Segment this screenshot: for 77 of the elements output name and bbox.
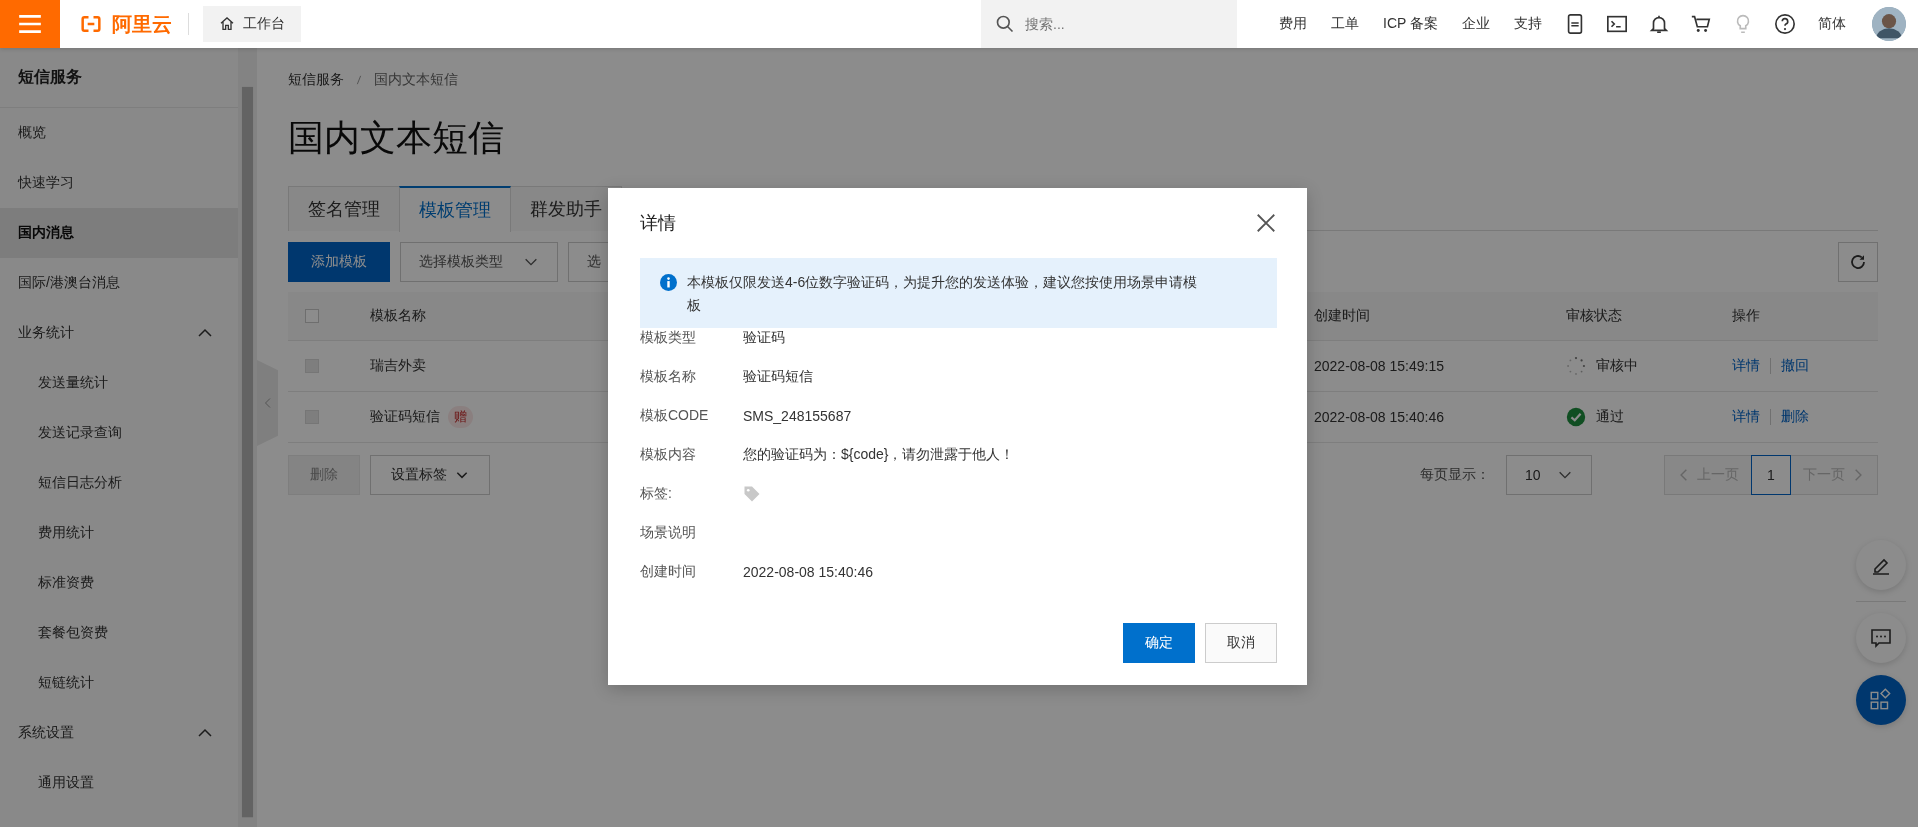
refresh-icon <box>1849 253 1867 271</box>
tab[interactable]: 模板管理 <box>399 186 511 232</box>
field-label: 标签: <box>640 484 673 503</box>
terminal-icon[interactable] <box>1606 13 1628 35</box>
sidebar-item[interactable]: 标准资费 <box>0 558 238 608</box>
gift-badge: 赠 <box>448 406 473 428</box>
confirm-button[interactable]: 确定 <box>1123 623 1195 663</box>
page-size-label: 每页显示： <box>1420 466 1490 484</box>
bell-icon[interactable] <box>1648 13 1670 35</box>
add-template-button[interactable]: 添加模板 <box>288 242 390 282</box>
table-cell: 验证码短信 <box>370 408 440 426</box>
field-value: SMS_248155687 <box>743 407 852 424</box>
status-text: 通过 <box>1596 408 1624 426</box>
field-label: 场景说明 <box>640 523 697 542</box>
tab[interactable]: 签名管理 <box>288 186 400 231</box>
cancel-button[interactable]: 取消 <box>1205 623 1277 663</box>
home-icon <box>219 16 235 32</box>
nav-link[interactable]: 支持 <box>1502 15 1554 33</box>
sidebar-item[interactable]: 短链统计 <box>0 658 238 708</box>
table-cell: 2022-08-08 15:49:15 <box>1314 358 1444 374</box>
column-header: 创建时间 <box>1314 307 1370 325</box>
sidebar-item[interactable]: 短信日志分析 <box>0 458 238 508</box>
chat-icon <box>1869 626 1893 650</box>
field-label: 模板类型 <box>640 328 697 347</box>
sidebar-item[interactable]: 通用设置 <box>0 758 238 808</box>
search-field[interactable]: 搜索... <box>981 0 1237 48</box>
field-value: 2022-08-08 15:40:46 <box>743 563 873 580</box>
cart-icon[interactable] <box>1690 13 1712 35</box>
field-value: 验证码短信 <box>743 367 813 386</box>
field-label: 模板内容 <box>640 445 697 464</box>
checkbox[interactable] <box>305 309 319 323</box>
field-value: 验证码 <box>743 328 785 347</box>
sidebar-item[interactable]: 国内消息 <box>0 208 238 258</box>
avatar[interactable] <box>1872 7 1906 41</box>
sidebar-item[interactable]: 快速学习 <box>0 158 238 208</box>
field-label: 模板名称 <box>640 367 697 386</box>
column-header: 审核状态 <box>1566 307 1622 325</box>
field-label: 创建时间 <box>640 562 697 581</box>
language-link[interactable]: 简体 <box>1806 15 1858 33</box>
sidebar-group[interactable]: 业务统计 <box>0 308 238 358</box>
workbench-button[interactable]: 工作台 <box>203 6 301 42</box>
page-button[interactable]: 1 <box>1751 455 1791 495</box>
alert-text: 本模板仅限发送4-6位数字验证码，为提升您的发送体验，建议您按使用场景申请模板 <box>687 273 1199 315</box>
info-icon <box>660 274 677 291</box>
search-icon <box>995 14 1015 34</box>
column-header: 操作 <box>1732 307 1760 325</box>
table-cell: 2022-08-08 15:40:46 <box>1314 409 1444 425</box>
nav-link[interactable]: ICP 备案 <box>1371 15 1450 33</box>
sidebar-item[interactable]: 套餐包资费 <box>0 608 238 658</box>
sidebar-item[interactable]: 国际/港澳台消息 <box>0 258 238 308</box>
dialog-title: 详情 <box>640 212 676 235</box>
slash-icon <box>354 73 364 87</box>
field-label: 模板CODE <box>640 406 710 425</box>
page-title: 国内文本短信 <box>288 116 505 160</box>
sidebar-item[interactable]: 发送记录查询 <box>0 408 238 458</box>
sidebar-item[interactable]: 概览 <box>0 108 238 158</box>
sidebar-item[interactable]: 发送量统计 <box>0 358 238 408</box>
nav-link[interactable]: 企业 <box>1450 15 1502 33</box>
column-header: 模板名称 <box>370 307 426 325</box>
close-icon <box>1255 212 1277 234</box>
nav-link[interactable]: 费用 <box>1267 15 1319 33</box>
page-size-dropdown[interactable]: 10 <box>1506 455 1592 495</box>
menu-button[interactable] <box>0 0 60 48</box>
field-value: 您的验证码为：${code}，请勿泄露于他人！ <box>743 445 1015 464</box>
help-icon[interactable] <box>1774 13 1796 35</box>
nav-link[interactable]: 工单 <box>1319 15 1371 33</box>
tag-icon <box>743 484 761 503</box>
set-tag-button[interactable]: 设置标签 <box>370 455 490 495</box>
filter-dropdown[interactable]: 选择模板类型 <box>400 242 558 282</box>
sidebar-group[interactable]: 系统设置 <box>0 708 238 758</box>
table-cell: 瑞吉外卖 <box>370 357 426 375</box>
status-text: 审核中 <box>1596 357 1638 375</box>
breadcrumb-link[interactable]: 短信服务 <box>288 71 344 89</box>
sidebar-item[interactable]: 费用统计 <box>0 508 238 558</box>
logo-text: 阿里云 <box>112 11 172 37</box>
refresh-button[interactable] <box>1838 242 1878 282</box>
close-button[interactable] <box>1255 212 1277 234</box>
